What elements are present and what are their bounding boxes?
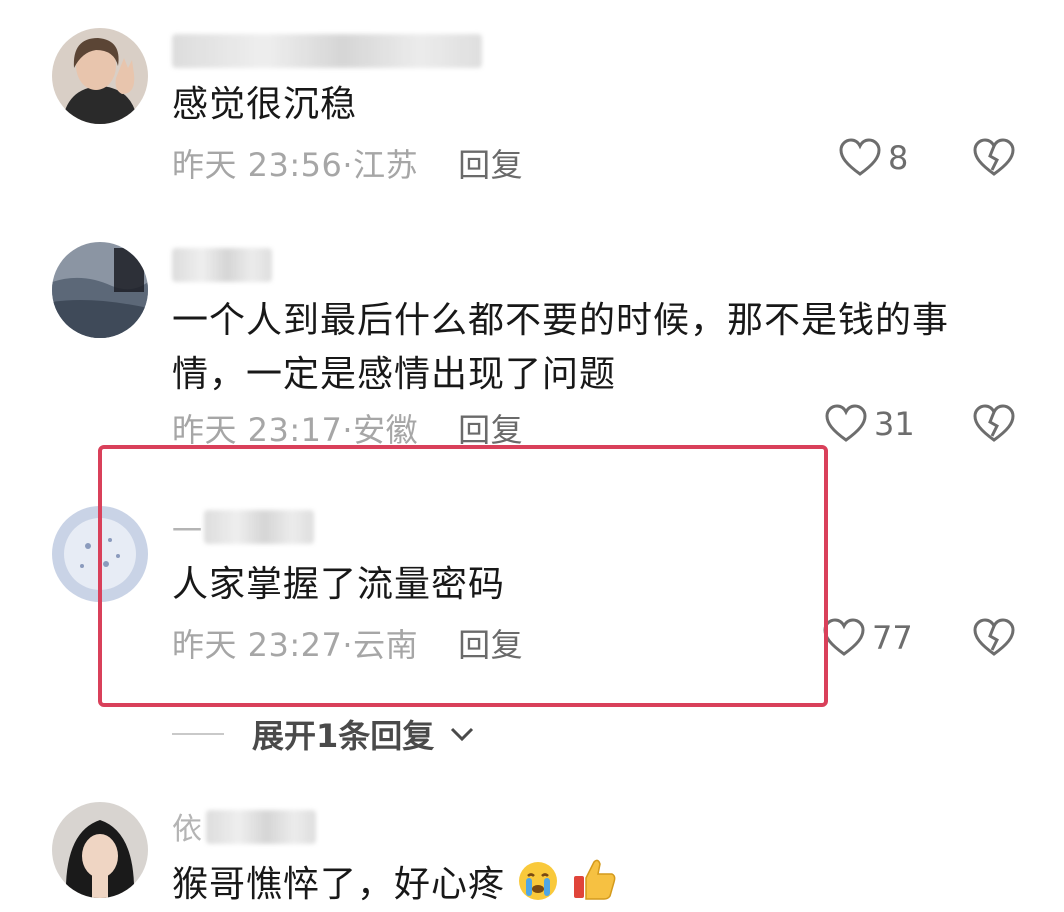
like-count: 31	[874, 405, 915, 443]
comment-location: 江苏	[353, 146, 419, 184]
comment-location: 安徽	[353, 411, 419, 449]
broken-heart-icon	[973, 404, 1015, 442]
divider	[172, 733, 224, 735]
heart-outline-icon	[839, 138, 881, 176]
comment-time: 昨天 23:56	[172, 146, 343, 184]
like-count: 77	[872, 619, 913, 657]
comment-time: 昨天 23:17	[172, 411, 343, 449]
comment-text: 一个人到最后什么都不要的时候，那不是钱的事情，一定是感情出现了问题	[172, 300, 950, 395]
broken-heart-icon	[973, 618, 1015, 656]
heart-outline-icon	[823, 618, 865, 656]
crying-face-emoji	[519, 862, 558, 900]
chevron-down-icon	[451, 727, 474, 742]
heart-outline-icon	[825, 404, 867, 442]
expand-replies-label: 展开1条回复	[252, 717, 435, 755]
avatar[interactable]	[52, 28, 148, 124]
like-button[interactable]: 8	[838, 138, 908, 178]
username-initial: 依	[172, 812, 202, 847]
comment-text: 猴哥憔悴了，好心疼	[172, 856, 1022, 912]
like-button[interactable]: 77	[822, 618, 913, 658]
reply-button[interactable]: 回复	[458, 146, 523, 184]
dislike-button[interactable]	[972, 618, 1016, 662]
expand-replies-button[interactable]: 展开1条回复	[172, 711, 476, 757]
broken-heart-icon	[973, 138, 1015, 176]
blurred-username[interactable]	[206, 810, 316, 844]
blurred-username[interactable]	[172, 34, 482, 68]
comment-text: 感觉很沉稳	[172, 84, 358, 125]
like-button[interactable]: 31	[824, 404, 915, 444]
comment-meta: 昨天 23:56·江苏 回复	[172, 146, 524, 184]
blurred-username[interactable]	[172, 248, 272, 282]
reply-button[interactable]: 回复	[458, 411, 523, 449]
dislike-button[interactable]	[972, 138, 1016, 182]
dislike-button[interactable]	[972, 404, 1016, 448]
highlight-frame	[98, 445, 828, 707]
like-count: 8	[888, 139, 909, 177]
thumbs-up-emoji	[573, 859, 616, 900]
avatar[interactable]	[52, 802, 148, 898]
avatar[interactable]	[52, 242, 148, 338]
